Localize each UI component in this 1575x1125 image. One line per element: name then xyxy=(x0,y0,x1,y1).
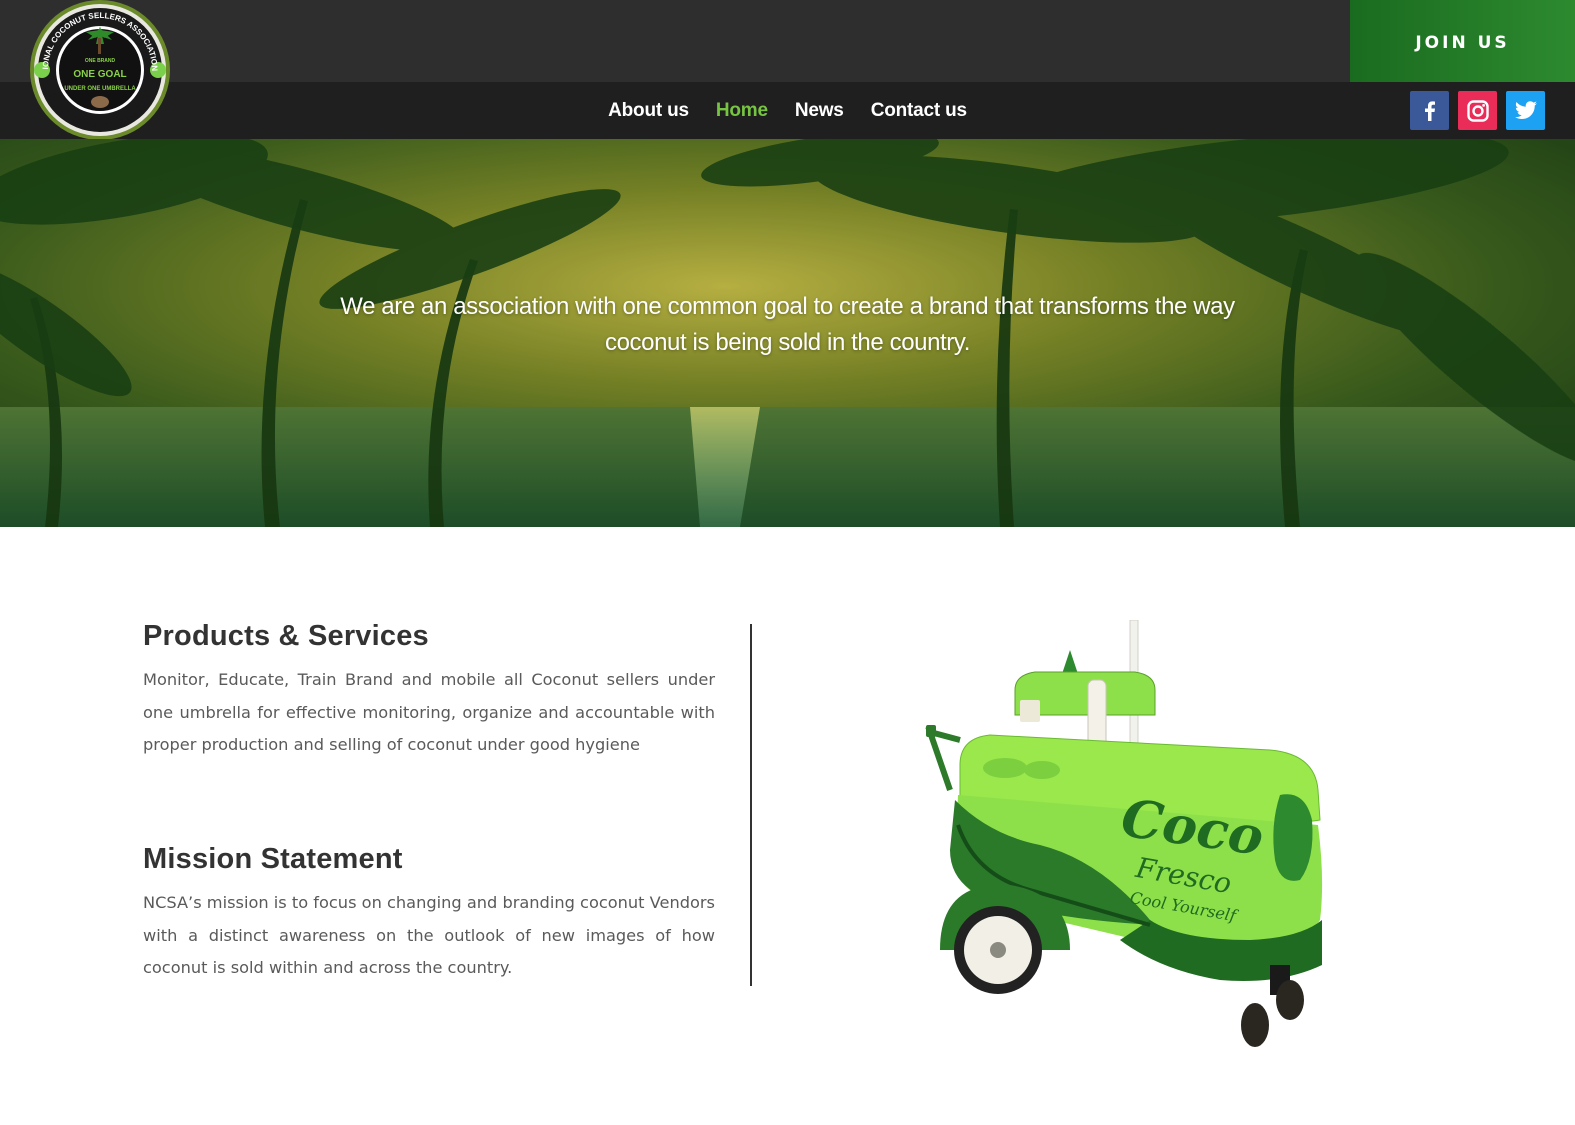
hero-banner: We are an association with one common go… xyxy=(0,139,1575,527)
products-services-heading: Products & Services xyxy=(143,620,429,652)
coco-fresco-cart-image: Coco Fresco Cool Yourself xyxy=(925,620,1323,1047)
twitter-link[interactable] xyxy=(1506,91,1545,130)
instagram-icon xyxy=(1466,99,1489,122)
main-nav: About us Home News Contact us xyxy=(0,82,1575,139)
logo-text-goal: ONE GOAL xyxy=(73,69,126,80)
join-us-button[interactable]: JOIN US xyxy=(1350,0,1575,82)
hero-tagline: We are an association with one common go… xyxy=(280,289,1295,361)
vertical-divider xyxy=(750,624,752,986)
social-links xyxy=(1410,91,1545,130)
nav-news[interactable]: News xyxy=(795,100,844,122)
products-services-text: Monitor, Educate, Train Brand and mobile… xyxy=(143,670,715,754)
top-bar xyxy=(0,0,1575,82)
mission-statement-heading: Mission Statement xyxy=(143,843,403,875)
nav-about-us[interactable]: About us xyxy=(608,100,689,122)
facebook-link[interactable] xyxy=(1410,91,1449,130)
facebook-icon xyxy=(1424,100,1435,121)
instagram-link[interactable] xyxy=(1458,91,1497,130)
twitter-icon xyxy=(1514,100,1537,119)
nav-contact-us[interactable]: Contact us xyxy=(871,100,967,122)
hero-tagline-line-2: coconut is being sold in the country. xyxy=(605,329,970,356)
logo-text-brand: ONE BRAND xyxy=(85,58,116,64)
nav-home[interactable]: Home xyxy=(716,100,768,122)
mission-statement-text: NCSA’s mission is to focus on changing a… xyxy=(143,893,715,977)
hero-tagline-line-1: We are an association with one common go… xyxy=(340,293,1235,320)
